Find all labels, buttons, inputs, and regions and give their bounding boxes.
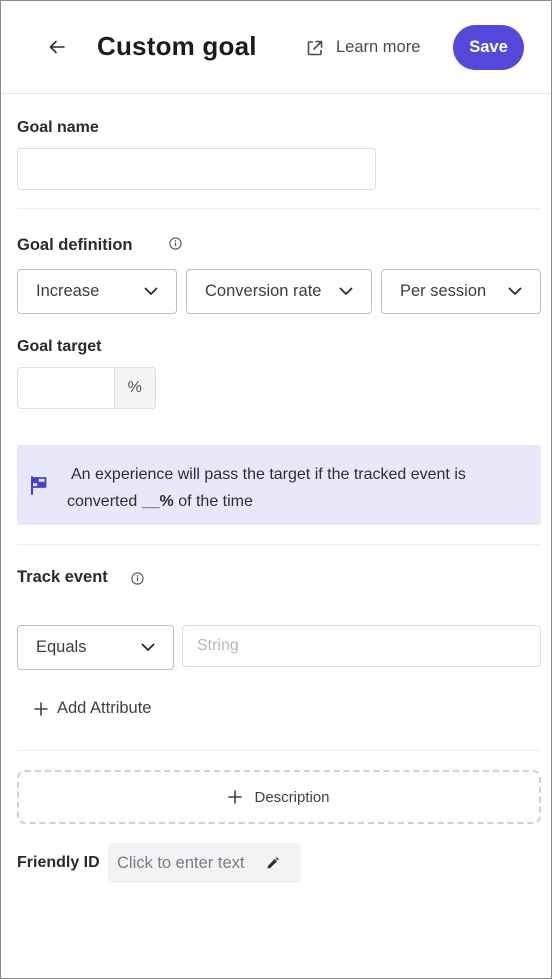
metric-select[interactable]: Conversion rate bbox=[186, 269, 372, 314]
chevron-down-icon bbox=[144, 287, 158, 295]
chevron-down-icon bbox=[508, 287, 522, 295]
add-attribute-button[interactable]: Add Attribute bbox=[34, 699, 151, 718]
info-text: An experience will pass the target if th… bbox=[67, 461, 527, 515]
save-button[interactable]: Save bbox=[453, 25, 524, 70]
metric-select-value: Conversion rate bbox=[205, 282, 322, 300]
direction-select[interactable]: Increase bbox=[17, 269, 177, 314]
divider bbox=[17, 208, 541, 209]
friendly-id-placeholder: Click to enter text bbox=[117, 853, 245, 872]
plus-icon bbox=[228, 790, 243, 804]
info-icon bbox=[169, 237, 182, 250]
event-value-placeholder: String bbox=[197, 637, 239, 654]
learn-more-link[interactable]: Learn more bbox=[306, 38, 420, 57]
operator-select[interactable]: Equals bbox=[17, 625, 174, 670]
target-info-banner: An experience will pass the target if th… bbox=[17, 445, 541, 525]
header: Custom goal Learn more Save bbox=[1, 1, 551, 94]
info-icon bbox=[131, 572, 144, 585]
direction-select-value: Increase bbox=[36, 282, 100, 300]
goal-target-input-group: % bbox=[17, 367, 156, 409]
goal-name-label: Goal name bbox=[17, 119, 99, 136]
percent-suffix: % bbox=[113, 368, 155, 408]
event-value-input[interactable]: String bbox=[182, 625, 541, 667]
flag-icon bbox=[31, 476, 47, 495]
arrow-left-icon bbox=[49, 40, 65, 54]
add-description-button[interactable]: Description bbox=[17, 770, 541, 824]
description-label: Description bbox=[254, 788, 330, 806]
track-event-info-icon[interactable] bbox=[131, 572, 144, 585]
goal-target-input[interactable] bbox=[18, 368, 114, 408]
custom-goal-panel: Custom goal Learn more Save Goal name Go… bbox=[0, 0, 552, 979]
track-event-label: Track event bbox=[17, 568, 108, 586]
divider bbox=[17, 544, 541, 545]
goal-definition-info-icon[interactable] bbox=[169, 237, 182, 250]
info-text-line2-post: of the time bbox=[173, 493, 253, 510]
friendly-id-field[interactable]: Click to enter text bbox=[108, 843, 301, 883]
add-attribute-label: Add Attribute bbox=[57, 699, 152, 717]
plus-icon bbox=[34, 701, 48, 716]
page-title: Custom goal bbox=[97, 31, 257, 61]
chevron-down-icon bbox=[339, 287, 353, 295]
info-text-line1: An experience will pass the target if th… bbox=[71, 466, 466, 483]
pencil-icon bbox=[267, 856, 280, 868]
learn-more-label: Learn more bbox=[336, 38, 421, 56]
scope-select[interactable]: Per session bbox=[381, 269, 541, 314]
back-button[interactable] bbox=[45, 35, 69, 59]
friendly-id-label: Friendly ID bbox=[17, 854, 100, 871]
info-text-percent: __% bbox=[141, 493, 174, 510]
operator-select-value: Equals bbox=[36, 638, 87, 656]
info-text-line2-pre: converted bbox=[67, 493, 142, 510]
goal-name-input[interactable] bbox=[17, 148, 376, 190]
chevron-down-icon bbox=[141, 643, 155, 651]
scope-select-value: Per session bbox=[400, 282, 487, 300]
divider bbox=[17, 750, 541, 751]
goal-target-label: Goal target bbox=[17, 338, 102, 355]
external-link-icon bbox=[307, 40, 323, 55]
goal-definition-label: Goal definition bbox=[17, 236, 133, 254]
